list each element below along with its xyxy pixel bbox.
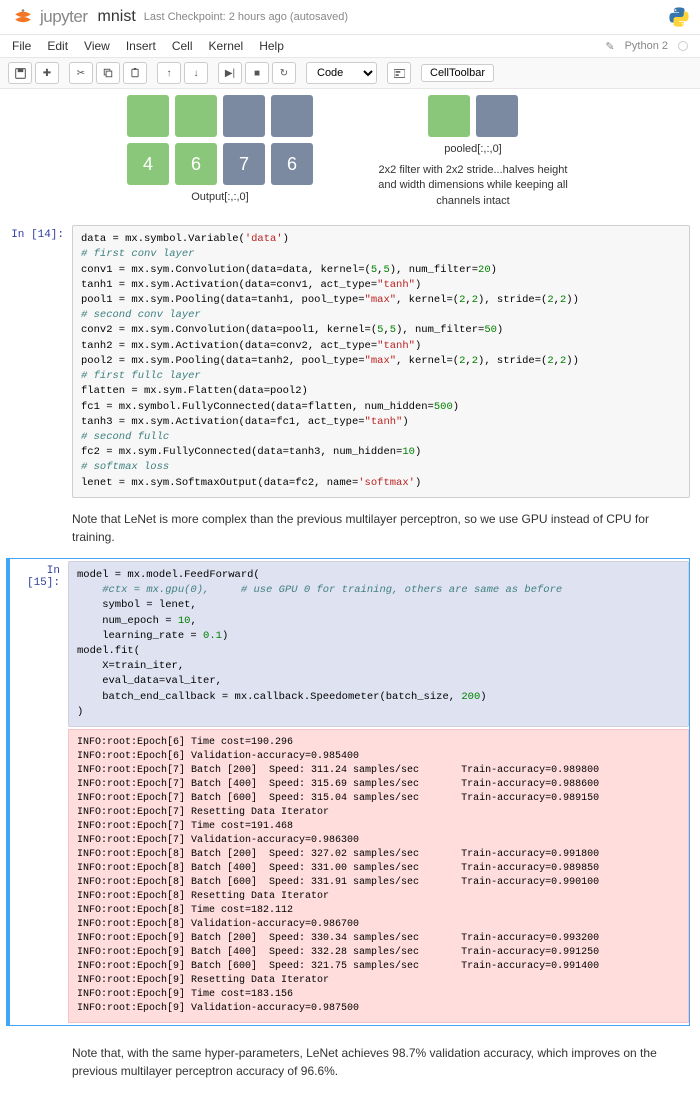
output-label: Output[:,:,0] — [191, 191, 248, 203]
move-up-button[interactable]: ↑ — [157, 62, 181, 84]
kernel-name[interactable]: Python 2 — [625, 40, 668, 52]
jupyter-icon — [10, 4, 36, 30]
tile: 6 — [175, 143, 217, 185]
input-area[interactable]: data = mx.symbol.Variable('data') # firs… — [72, 225, 690, 498]
menu-view[interactable]: View — [84, 39, 110, 53]
prompt: In [15]: — [10, 561, 68, 1023]
jupyter-logo[interactable]: jupyter — [10, 4, 88, 30]
tile — [428, 95, 470, 137]
diagram-caption: 2x2 filter with 2x2 stride...halves heig… — [373, 163, 573, 209]
stream-text: INFO:root:Epoch[6] Time cost=190.296 INF… — [77, 736, 680, 1016]
notebook-name[interactable]: mnist — [98, 8, 136, 26]
celltoolbar-button[interactable]: CellToolbar — [421, 64, 494, 82]
tile — [271, 95, 313, 137]
tile — [127, 95, 169, 137]
tile: 7 — [223, 143, 265, 185]
paste-button[interactable] — [123, 62, 147, 84]
run-button[interactable]: ▶| — [218, 62, 242, 84]
interrupt-button[interactable]: ■ — [245, 62, 269, 84]
output-stream: INFO:root:Epoch[6] Time cost=190.296 INF… — [68, 729, 689, 1023]
save-button[interactable] — [8, 62, 32, 84]
code-cell-15[interactable]: In [15]: model = mx.model.FeedForward( #… — [6, 558, 690, 1026]
code-editor[interactable]: data = mx.symbol.Variable('data') # firs… — [81, 232, 681, 491]
tile — [476, 95, 518, 137]
markdown-cell[interactable]: Note that LeNet is more complex than the… — [10, 510, 690, 546]
menu-edit[interactable]: Edit — [47, 39, 68, 53]
kernel-indicator[interactable] — [678, 41, 688, 51]
python-icon — [668, 6, 690, 28]
restart-button[interactable]: ↻ — [272, 62, 296, 84]
edit-icon[interactable]: ✎ — [605, 40, 614, 53]
menu-insert[interactable]: Insert — [126, 39, 156, 53]
menu-help[interactable]: Help — [259, 39, 284, 53]
tile — [175, 95, 217, 137]
markdown-cell[interactable]: Note that, with the same hyper-parameter… — [0, 1044, 700, 1100]
menu-kernel[interactable]: Kernel — [209, 39, 244, 53]
jupyter-text: jupyter — [40, 7, 88, 27]
input-area[interactable]: model = mx.model.FeedForward( #ctx = mx.… — [68, 561, 689, 727]
menubar: File Edit View Insert Cell Kernel Help ✎… — [0, 35, 700, 58]
menu-file[interactable]: File — [12, 39, 31, 53]
add-cell-button[interactable]: ✚ — [35, 62, 59, 84]
cut-button[interactable]: ✂ — [69, 62, 93, 84]
toolbar: ✚ ✂ ↑ ↓ ▶| ■ ↻ Code CellToolbar — [0, 58, 700, 89]
tile: 4 — [127, 143, 169, 185]
copy-button[interactable] — [96, 62, 120, 84]
notebook-header: jupyter mnist Last Checkpoint: 2 hours a… — [0, 0, 700, 35]
celltype-select[interactable]: Code — [306, 62, 377, 84]
tile: 6 — [271, 143, 313, 185]
code-editor[interactable]: model = mx.model.FeedForward( #ctx = mx.… — [77, 568, 680, 720]
menu-cell[interactable]: Cell — [172, 39, 193, 53]
checkpoint-text: Last Checkpoint: 2 hours ago (autosaved) — [144, 11, 348, 23]
tile — [223, 95, 265, 137]
command-palette-button[interactable] — [387, 62, 411, 84]
prompt: In [14]: — [10, 225, 72, 498]
diagram: 4 6 7 6 Output[:,:,0] pooled[:,:,0] 2x2 … — [10, 95, 690, 209]
move-down-button[interactable]: ↓ — [184, 62, 208, 84]
code-cell-14[interactable]: In [14]: data = mx.symbol.Variable('data… — [10, 225, 690, 498]
pooled-label: pooled[:,:,0] — [444, 143, 502, 155]
